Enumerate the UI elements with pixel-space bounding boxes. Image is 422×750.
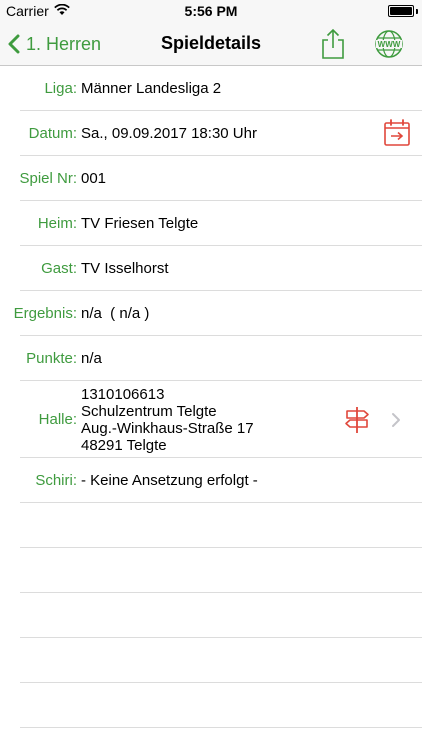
signpost-icon bbox=[345, 407, 369, 433]
web-button[interactable]: WWW bbox=[372, 28, 406, 60]
schiri-value: - Keine Ansetzung erfolgt - bbox=[81, 472, 258, 489]
halle-number: 1310106613 bbox=[81, 385, 165, 403]
halle-city: 48291 Telgte bbox=[81, 436, 167, 454]
spiel-nr-label: Spiel Nr: bbox=[19, 170, 77, 187]
schiri-row: Schiri: - Keine Ansetzung erfolgt - bbox=[0, 458, 422, 503]
chevron-right-icon bbox=[390, 411, 402, 429]
liga-row: Liga: Männer Landesliga 2 bbox=[0, 66, 422, 111]
datum-row: Datum: Sa., 09.09.2017 18:30 Uhr bbox=[0, 111, 422, 156]
punkte-row: Punkte: n/a bbox=[0, 336, 422, 381]
spiel-nr-value: 001 bbox=[81, 170, 107, 187]
empty-row bbox=[0, 593, 422, 638]
ergebnis-value: n/a ( n/a ) bbox=[81, 305, 150, 322]
punkte-label: Punkte: bbox=[26, 350, 77, 367]
status-bar: Carrier 5:56 PM bbox=[0, 0, 422, 22]
heim-row: Heim: TV Friesen Telgte bbox=[0, 201, 422, 246]
empty-row bbox=[0, 638, 422, 683]
halle-street: Aug.-Winkhaus-Straße 17 bbox=[81, 419, 254, 437]
ergebnis-row: Ergebnis: n/a ( n/a ) bbox=[0, 291, 422, 336]
datum-label: Datum: bbox=[28, 125, 77, 142]
directions-button[interactable] bbox=[343, 405, 371, 435]
heim-label: Heim: bbox=[37, 215, 77, 232]
empty-row bbox=[0, 683, 422, 728]
calendar-icon bbox=[384, 119, 410, 146]
share-icon bbox=[322, 28, 344, 59]
liga-value: Männer Landesliga 2 bbox=[81, 80, 222, 97]
ergebnis-label: Ergebnis: bbox=[13, 305, 77, 322]
halle-row[interactable]: Halle: 1310106613 Schulzentrum Telgte Au… bbox=[0, 381, 422, 458]
add-to-calendar-button[interactable] bbox=[382, 118, 412, 148]
battery-icon bbox=[388, 5, 414, 17]
spiel-nr-row: Spiel Nr: 001 bbox=[0, 156, 422, 201]
status-time: 5:56 PM bbox=[184, 3, 238, 19]
details-table: Liga: Männer Landesliga 2 Datum: Sa., 09… bbox=[0, 66, 422, 728]
navigation-bar: 1. Herren Spieldetails WWW bbox=[0, 22, 422, 66]
empty-row bbox=[0, 503, 422, 548]
gast-row: Gast: TV Isselhorst bbox=[0, 246, 422, 291]
battery-tip bbox=[416, 9, 418, 14]
punkte-value: n/a bbox=[81, 350, 102, 367]
halle-address: 1310106613 Schulzentrum Telgte Aug.-Wink… bbox=[81, 386, 254, 454]
halle-name: Schulzentrum Telgte bbox=[81, 402, 217, 420]
svg-text:WWW: WWW bbox=[378, 40, 401, 49]
page-title: Spieldetails bbox=[160, 33, 262, 53]
empty-row bbox=[0, 548, 422, 593]
gast-value: TV Isselhorst bbox=[81, 260, 169, 277]
battery-fill bbox=[390, 7, 412, 15]
gast-label: Gast: bbox=[41, 260, 77, 277]
schiri-label: Schiri: bbox=[35, 472, 77, 489]
heim-value: TV Friesen Telgte bbox=[81, 215, 199, 232]
liga-label: Liga: bbox=[44, 80, 77, 97]
halle-label: Halle: bbox=[38, 411, 77, 428]
datum-value: Sa., 09.09.2017 18:30 Uhr bbox=[81, 125, 257, 142]
globe-www-icon: WWW bbox=[375, 30, 403, 58]
share-button[interactable] bbox=[318, 28, 348, 60]
